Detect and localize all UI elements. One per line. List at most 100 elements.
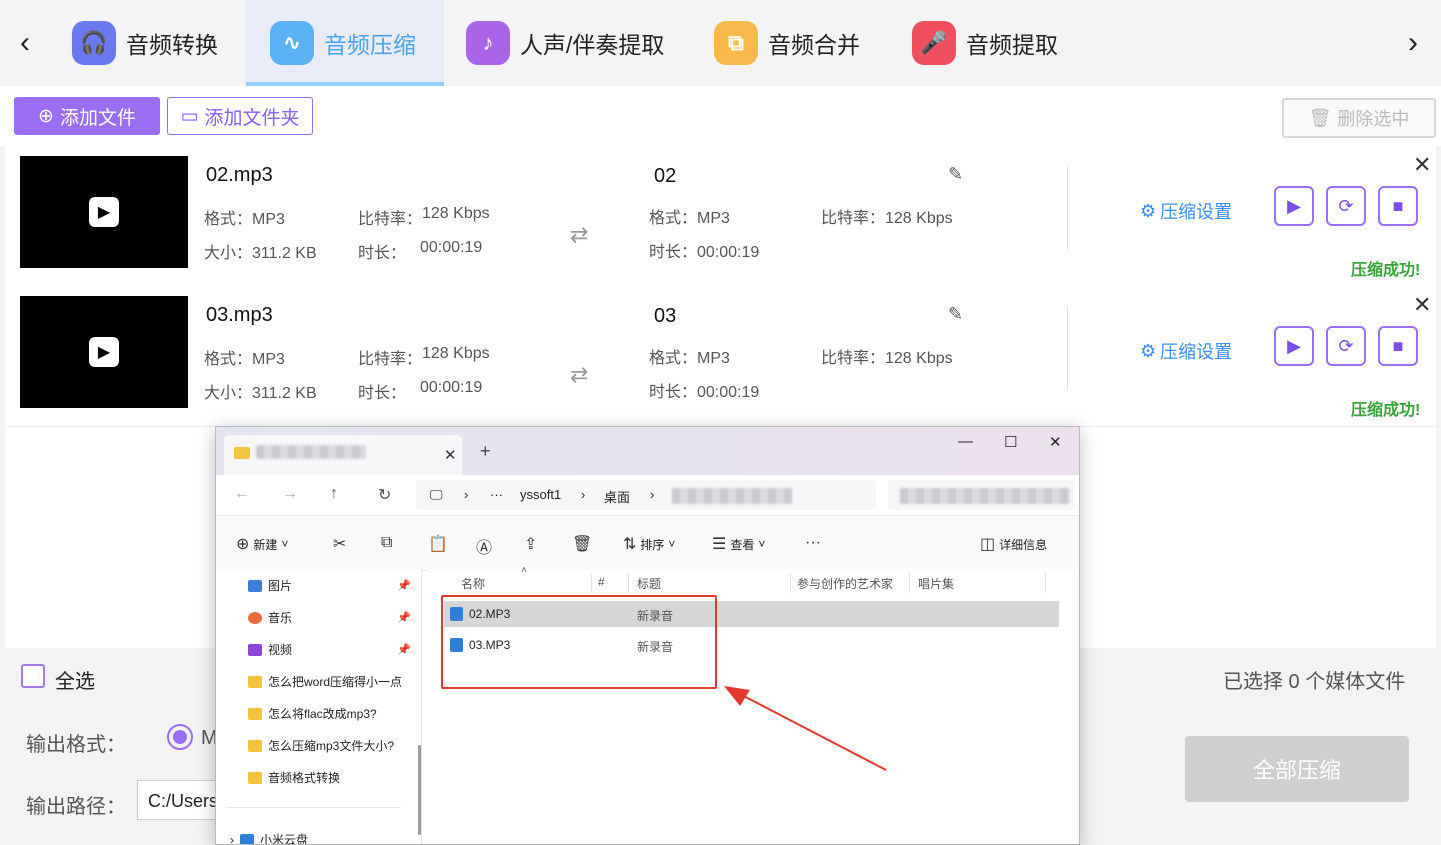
new-button[interactable]: ⊕新建˅ [236,534,288,554]
blurred-breadcrumb [672,488,792,504]
open-folder-button[interactable]: ■ [1378,326,1418,366]
column-header[interactable]: 标题 [637,575,661,592]
remove-file-icon[interactable]: ✕ [1413,152,1431,178]
pictures-icon [248,580,262,592]
refresh-icon[interactable]: ↻ [378,485,391,505]
tab-label: 音频转换 [126,26,218,60]
nav-item[interactable]: 怎么将flac改成mp3? [248,705,377,722]
column-header[interactable]: 唱片集 [918,575,954,592]
column-separator[interactable] [628,573,629,593]
tab-audio-merge[interactable]: ⧉ 音频合并 [714,0,860,86]
monitor-icon: 🖵 [430,487,443,503]
breadcrumb-item[interactable]: yssoft1 [520,487,561,502]
music-icon [248,612,262,624]
nav-item[interactable]: 音乐 [248,609,292,626]
rename-button[interactable]: Ⓐ [476,534,492,558]
video-thumbnail[interactable]: ▶ [20,296,188,408]
select-all-checkbox[interactable] [21,664,45,688]
copy-button[interactable]: ⧉ [381,534,392,552]
column-separator[interactable] [909,573,910,593]
column-separator[interactable] [591,573,592,593]
status-text: 压缩成功! [1351,256,1420,280]
tab-audio-convert[interactable]: 🎧 音频转换 [72,0,218,86]
minimize-icon[interactable]: — [958,433,973,450]
file-size: 大小：311.2 KB [204,379,317,403]
output-name: 02 [654,165,676,188]
compress-all-button[interactable]: 全部压缩 [1185,736,1409,802]
chevron-right-icon: › [650,487,654,502]
new-tab-icon[interactable]: + [480,441,491,462]
add-file-button[interactable]: ⊕ 添加文件 [14,97,160,135]
file-format: 格式：MP3 [204,205,285,229]
maximize-icon[interactable]: ☐ [1004,433,1017,451]
nav-item-label: 音频格式转换 [268,769,340,786]
folder-icon: ■ [1393,336,1404,357]
search-input[interactable] [888,480,1074,510]
details-button[interactable]: ◫详细信息 [980,534,1047,554]
remove-file-icon[interactable]: ✕ [1413,292,1431,318]
folder-icon [248,740,262,752]
more-button[interactable]: ··· [805,534,821,552]
refresh-button[interactable]: ⟳ [1326,326,1366,366]
video-thumbnail[interactable]: ▶ [20,156,188,268]
row-divider [1067,166,1068,250]
compress-settings-button[interactable]: ⚙ 压缩设置 [1140,198,1232,224]
column-header[interactable]: 参与创作的艺术家 [797,575,893,592]
output-duration: 时长：00:00:19 [649,238,759,262]
close-tab-icon[interactable]: ✕ [444,446,457,464]
column-header[interactable]: # [598,575,605,589]
nav-item[interactable]: 怎么把word压缩得小一点 [248,673,402,690]
delete-button[interactable]: 🗑 [572,534,592,554]
play-icon: ▶ [1287,336,1301,357]
ellipsis-icon[interactable]: ··· [490,487,503,502]
tab-vocal-extract[interactable]: ♪ 人声/伴奏提取 [466,0,664,86]
up-icon[interactable]: ↑ [330,485,338,503]
play-button[interactable]: ▶ [1274,326,1314,366]
play-button[interactable]: ▶ [1274,186,1314,226]
column-separator[interactable] [1045,573,1046,593]
paste-icon: 📋 [428,534,448,554]
explorer-tab[interactable]: ✕ [224,435,462,475]
open-folder-button[interactable]: ■ [1378,186,1418,226]
breadcrumb-item[interactable]: 桌面 [604,487,630,506]
back-icon[interactable]: ← [234,485,250,503]
compress-settings-button[interactable]: ⚙ 压缩设置 [1140,338,1232,364]
tab-audio-extract[interactable]: 🎤 音频提取 [912,0,1058,86]
nav-item[interactable]: 视频 [248,641,292,658]
view-icon: ☰ [712,534,726,554]
share-button[interactable]: ⇪ [524,534,537,554]
tab-audio-compress[interactable]: ∿ 音频压缩 [246,0,444,86]
refresh-button[interactable]: ⟳ [1326,186,1366,226]
sort-button[interactable]: ⇅排序˅ [623,534,675,554]
forward-icon[interactable]: → [282,485,298,503]
convert-arrow-icon: ⇄ [570,362,588,388]
paste-button[interactable]: 📋 [428,534,448,554]
add-folder-button[interactable]: ▭ 添加文件夹 [167,97,313,135]
nav-item[interactable]: 图片 [248,577,292,594]
waveform-icon: ∿ [270,21,314,65]
format-radio[interactable] [167,724,193,750]
scroll-left-icon[interactable]: ‹ [10,28,40,58]
gear-icon: ⚙ [1140,201,1156,222]
column-separator[interactable] [790,573,791,593]
chevron-right-icon: › [230,833,234,845]
scroll-right-icon[interactable]: › [1398,28,1428,58]
file-duration: 00:00:19 [420,379,482,397]
nav-scrollbar[interactable] [418,745,421,835]
annotation-arrow-icon [700,670,900,780]
nav-item[interactable]: 音频格式转换 [248,769,340,786]
nav-item[interactable]: 怎么压缩mp3文件大小? [248,737,394,754]
file-duration: 00:00:19 [420,239,482,257]
column-header[interactable]: 名称 [461,575,485,592]
edit-name-icon[interactable]: ✎ [948,304,963,325]
tab-label: 音频压缩 [324,26,416,60]
breadcrumb[interactable]: 🖵 › ··· yssoft1 › 桌面 › [416,480,876,510]
delete-selected-button[interactable]: 🗑 删除选中 [1282,98,1436,138]
cut-button[interactable]: ✂ [333,534,346,554]
nav-item-label: 怎么将flac改成mp3? [268,705,377,722]
close-window-icon[interactable]: ✕ [1049,433,1062,451]
edit-name-icon[interactable]: ✎ [948,164,963,185]
top-tab-bar: ‹ 🎧 音频转换 ∿ 音频压缩 ♪ 人声/伴奏提取 ⧉ 音频合并 🎤 音频提取 … [0,0,1441,87]
view-button[interactable]: ☰查看˅ [712,534,765,554]
selected-count: 已选择 0 个媒体文件 [1223,665,1405,694]
